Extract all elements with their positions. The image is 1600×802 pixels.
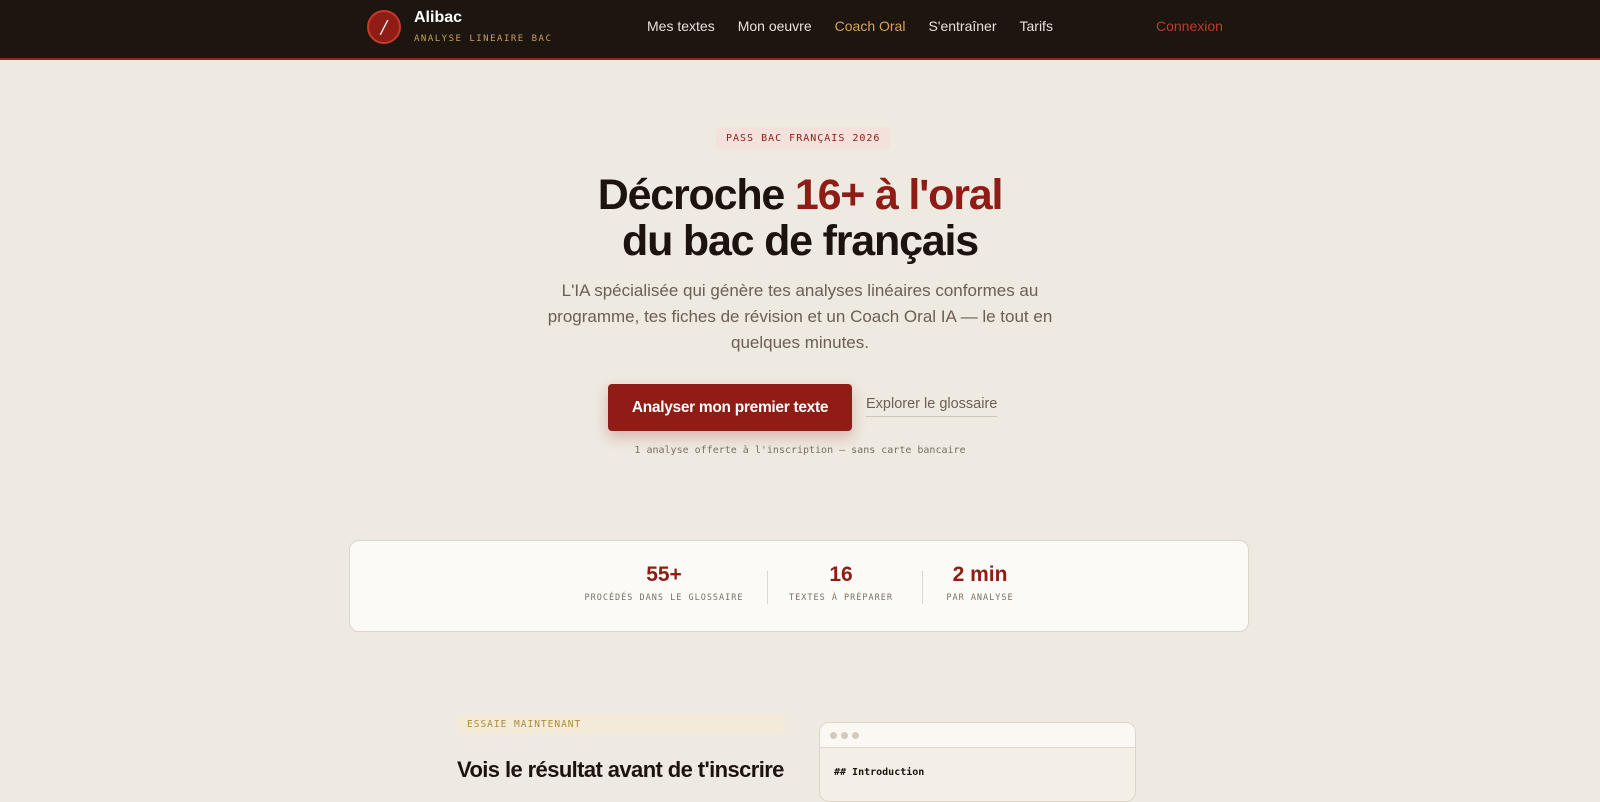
stat-value: 2 min: [952, 563, 1008, 586]
stat-duration: 2 min PAR ANALYSE: [940, 563, 1020, 603]
demo-preview-window: ## Introduction: [819, 722, 1136, 802]
window-titlebar: [820, 723, 1135, 748]
analyze-first-text-button[interactable]: Analyser mon premier texte: [608, 384, 852, 431]
free-analysis-note: 1 analyse offerte à l'inscription — sans…: [634, 445, 966, 456]
stat-value: 16: [829, 563, 853, 586]
window-dot-icon: [841, 732, 848, 739]
hero-lead: L'IA spécialisée qui génère tes analyses…: [547, 281, 1053, 352]
stat-label: PROCÉDÉS DANS LE GLOSSAIRE: [584, 593, 744, 603]
try-now-tag: ESSAIE MAINTENANT: [457, 714, 785, 734]
stat-label: TEXTES À PRÉPARER: [789, 593, 893, 603]
demo-title: Vois le résultat avant de t'inscrire: [457, 757, 784, 782]
nav-link-coach-oral[interactable]: Coach Oral: [835, 18, 906, 34]
hero-title-part1: Décroche: [597, 171, 795, 219]
stat-texts: 16 TEXTES À PRÉPARER: [786, 563, 896, 603]
hero-title-line1: Décroche 16+ à l'oral: [0, 172, 1600, 218]
logo-icon[interactable]: /: [367, 10, 401, 44]
nav-link-mes-textes[interactable]: Mes textes: [647, 18, 715, 34]
stat-label: PAR ANALYSE: [946, 593, 1014, 603]
login-link[interactable]: Connexion: [1156, 18, 1223, 34]
nav-link-tarifs[interactable]: Tarifs: [1020, 18, 1053, 34]
hero-badge: PASS BAC FRANÇAIS 2026: [716, 127, 891, 149]
nav-link-sentrainer[interactable]: S'entraîner: [928, 18, 996, 34]
hero-title-accent: 16+ à l'oral: [794, 171, 1004, 219]
nav-links: Mes textes Mon oeuvre Coach Oral S'entra…: [647, 18, 1076, 34]
stat-value: 55+: [646, 563, 682, 586]
demo-output-text: ## Introduction: [834, 767, 925, 778]
brand-name[interactable]: Alibac: [414, 9, 462, 27]
stat-divider: [767, 571, 768, 604]
explore-glossary-link[interactable]: Explorer le glossaire: [866, 396, 998, 417]
nav-link-mon-oeuvre[interactable]: Mon oeuvre: [738, 18, 812, 34]
top-navbar: / Alibac ANALYSE LINEAIRE BAC Mes textes…: [0, 0, 1600, 60]
window-dot-icon: [852, 732, 859, 739]
brand-tagline: ANALYSE LINEAIRE BAC: [414, 34, 553, 44]
stat-divider: [922, 571, 923, 604]
window-dot-icon: [830, 732, 837, 739]
stats-card: 55+ PROCÉDÉS DANS LE GLOSSAIRE 16 TEXTES…: [349, 540, 1249, 632]
stat-glossary: 55+ PROCÉDÉS DANS LE GLOSSAIRE: [584, 563, 744, 603]
hero-title-line2: du bac de français: [622, 217, 979, 265]
